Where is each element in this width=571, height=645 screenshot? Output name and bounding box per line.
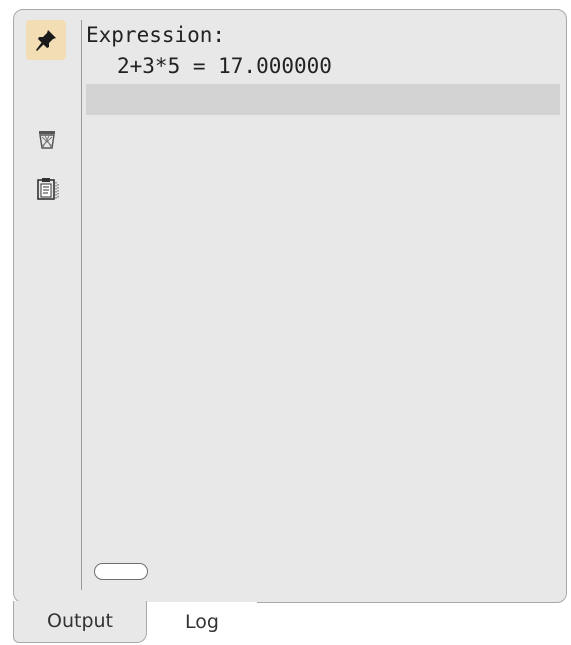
output-panel: Expression: 2+3*5 = 17.000000 [13, 9, 567, 603]
clear-button[interactable] [34, 126, 60, 152]
output-line: Expression: [86, 23, 226, 47]
bottom-tab-bar: Output Log [13, 601, 567, 645]
tab-log[interactable]: Log [147, 602, 257, 642]
output-toolbar [14, 10, 80, 602]
toolbar-divider [81, 20, 82, 590]
output-line: 2+3*5 = 17.000000 [117, 54, 332, 78]
console-input[interactable] [86, 84, 560, 115]
tab-output[interactable]: Output [13, 601, 147, 643]
pin-button[interactable] [26, 20, 66, 60]
clipboard-icon [37, 178, 59, 200]
output-console[interactable]: Expression: 2+3*5 = 17.000000 [86, 20, 560, 580]
pin-icon [36, 30, 56, 51]
copy-button[interactable] [33, 174, 63, 204]
horizontal-scroll-thumb[interactable] [94, 563, 148, 580]
trash-icon [39, 131, 55, 149]
